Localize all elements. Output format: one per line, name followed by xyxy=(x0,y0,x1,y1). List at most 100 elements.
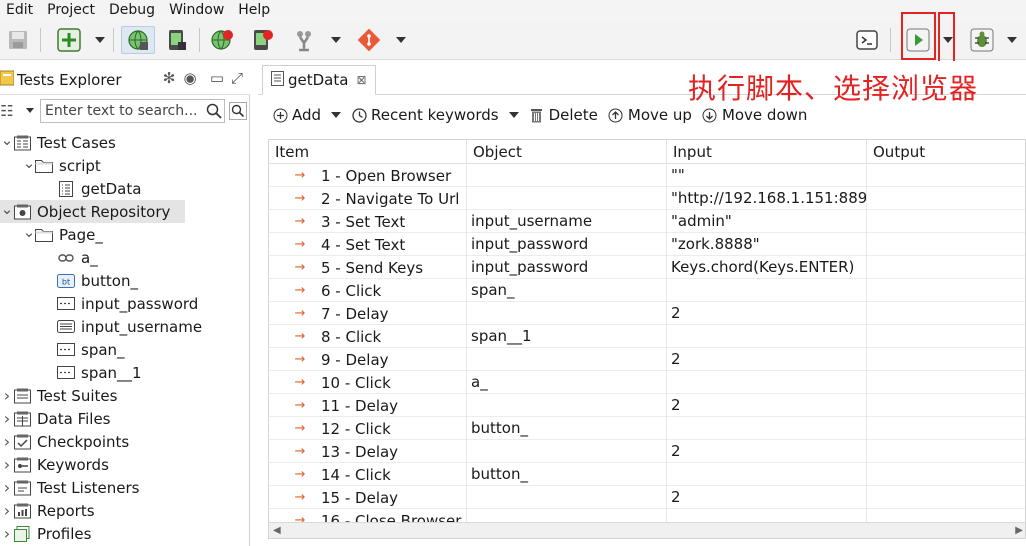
cell-output[interactable] xyxy=(867,486,1025,509)
cell-object[interactable] xyxy=(467,302,667,325)
tree-item-script[interactable]: ⌄ script xyxy=(0,154,101,177)
spy-windows-icon[interactable] xyxy=(290,26,318,54)
advanced-search-icon[interactable] xyxy=(229,102,247,120)
cell-output[interactable] xyxy=(867,302,1025,325)
search-icon[interactable] xyxy=(205,102,223,120)
chevron-right-icon[interactable]: › xyxy=(1,407,13,430)
table-row[interactable]: → 6 - Click span_ xyxy=(269,279,1025,302)
cell-item[interactable]: → 6 - Click xyxy=(269,279,467,302)
menu-debug[interactable]: Debug xyxy=(102,0,162,20)
cell-input[interactable]: 2 xyxy=(667,486,867,509)
cell-input[interactable]: "admin" xyxy=(667,210,867,233)
cell-object[interactable] xyxy=(467,348,667,371)
chevron-right-icon[interactable]: › xyxy=(1,430,13,453)
link-editor-icon[interactable]: ◉ xyxy=(181,69,199,87)
tab-getdata[interactable]: getData ⊠ xyxy=(262,65,376,95)
cell-output[interactable] xyxy=(867,394,1025,417)
tree-item-test-suites[interactable]: › Test Suites xyxy=(0,384,118,407)
cell-item[interactable]: → 13 - Delay xyxy=(269,440,467,463)
cell-output[interactable] xyxy=(867,256,1025,279)
cell-item[interactable]: → 10 - Click xyxy=(269,371,467,394)
minimize-icon[interactable]: ▭ xyxy=(208,69,226,87)
tree-item-input-password[interactable]: input_password xyxy=(0,292,198,315)
cell-input[interactable] xyxy=(667,417,867,440)
column-header-output[interactable]: Output xyxy=(867,140,1025,164)
column-header-input[interactable]: Input xyxy=(667,140,867,164)
cell-object[interactable] xyxy=(467,440,667,463)
cell-input[interactable] xyxy=(667,279,867,302)
cell-output[interactable] xyxy=(867,371,1025,394)
spy-mobile-icon[interactable] xyxy=(162,26,190,54)
table-row[interactable]: → 12 - Click button_ xyxy=(269,417,1025,440)
cell-output[interactable] xyxy=(867,187,1025,210)
table-row[interactable]: → 3 - Set Text input_username "admin" xyxy=(269,210,1025,233)
git-icon[interactable] xyxy=(355,26,383,54)
tree-item-a[interactable]: a_ xyxy=(0,246,98,269)
tree-item-reports[interactable]: › Reports xyxy=(0,499,95,522)
filter-options-icon[interactable]: ☷ xyxy=(0,102,14,120)
table-row[interactable]: → 10 - Click a_ xyxy=(269,371,1025,394)
column-header-item[interactable]: Item xyxy=(269,140,467,164)
cell-input[interactable]: "http://192.168.1.151:8899 xyxy=(667,187,867,210)
cell-output[interactable] xyxy=(867,210,1025,233)
cell-object[interactable]: a_ xyxy=(467,371,667,394)
close-icon[interactable]: ⊠ xyxy=(356,73,366,87)
menu-help[interactable]: Help xyxy=(231,0,277,20)
cell-input[interactable]: Keys.chord(Keys.ENTER) xyxy=(667,256,867,279)
cell-item[interactable]: → 2 - Navigate To Url xyxy=(269,187,467,210)
table-row[interactable]: → 14 - Click button_ xyxy=(269,463,1025,486)
terminal-icon[interactable] xyxy=(853,26,881,54)
debug-icon[interactable] xyxy=(968,26,996,54)
chevron-right-icon[interactable]: › xyxy=(1,384,13,407)
cell-item[interactable]: → 1 - Open Browser xyxy=(269,164,467,187)
chevron-right-icon[interactable]: › xyxy=(1,476,13,499)
tree-item-keywords[interactable]: › Keywords xyxy=(0,453,109,476)
spy-windows-dropdown-button[interactable] xyxy=(330,26,342,54)
chevron-right-icon[interactable]: › xyxy=(1,522,13,545)
table-row[interactable]: → 11 - Delay 2 xyxy=(269,394,1025,417)
table-row[interactable]: → 8 - Click span__1 xyxy=(269,325,1025,348)
add-dropdown-button[interactable] xyxy=(331,112,342,118)
cell-item[interactable]: → 15 - Delay xyxy=(269,486,467,509)
tests-explorer-tab[interactable]: Tests Explorer xyxy=(0,65,122,95)
delete-button[interactable]: Delete xyxy=(529,106,598,124)
cell-input[interactable]: 2 xyxy=(667,440,867,463)
horizontal-scrollbar[interactable]: ◀ ▶ xyxy=(269,522,1025,538)
cell-item[interactable]: → 7 - Delay xyxy=(269,302,467,325)
tree-item-checkpoints[interactable]: › Checkpoints xyxy=(0,430,129,453)
tree-item-button[interactable]: bt button_ xyxy=(0,269,138,292)
cell-output[interactable] xyxy=(867,417,1025,440)
menu-window[interactable]: Window xyxy=(162,0,231,20)
cell-output[interactable] xyxy=(867,233,1025,256)
cell-item[interactable]: → 11 - Delay xyxy=(269,394,467,417)
cell-input[interactable]: 2 xyxy=(667,348,867,371)
cell-object[interactable]: input_password xyxy=(467,256,667,279)
chevron-down-icon[interactable]: ⌄ xyxy=(1,200,14,223)
chevron-down-icon[interactable]: ⌄ xyxy=(23,154,36,177)
tree-item-data-files[interactable]: › Data Files xyxy=(0,407,111,430)
tree-item-object-repository[interactable]: ⌄ Object Repository xyxy=(0,200,185,223)
table-row[interactable]: → 15 - Delay 2 xyxy=(269,486,1025,509)
table-row[interactable]: → 9 - Delay 2 xyxy=(269,348,1025,371)
table-row[interactable]: → 2 - Navigate To Url "http://192.168.1.15… xyxy=(269,187,1025,210)
cell-object[interactable]: button_ xyxy=(467,417,667,440)
cell-input[interactable] xyxy=(667,371,867,394)
cell-input[interactable]: "" xyxy=(667,164,867,187)
recent-keywords-dropdown-button[interactable] xyxy=(508,112,519,118)
save-icon[interactable] xyxy=(4,26,32,54)
table-row[interactable]: → 4 - Set Text input_password "zork.8888" xyxy=(269,233,1025,256)
cell-item[interactable]: → 3 - Set Text xyxy=(269,210,467,233)
tree-item-input-username[interactable]: input_username xyxy=(0,315,202,338)
tree-item-page[interactable]: ⌄ Page_ xyxy=(0,223,103,246)
cell-object[interactable] xyxy=(467,394,667,417)
cell-object[interactable] xyxy=(467,187,667,210)
column-header-object[interactable]: Object xyxy=(467,140,667,164)
cell-item[interactable]: → 9 - Delay xyxy=(269,348,467,371)
add-button[interactable]: Add xyxy=(272,106,321,124)
table-row[interactable]: → 1 - Open Browser "" xyxy=(269,164,1025,187)
collapse-all-icon[interactable]: ✻ xyxy=(160,69,178,87)
chevron-down-icon[interactable]: ⌄ xyxy=(23,223,36,246)
cell-item[interactable]: → 4 - Set Text xyxy=(269,233,467,256)
add-dropdown-button[interactable] xyxy=(94,26,106,54)
debug-dropdown-button[interactable] xyxy=(1006,26,1018,54)
